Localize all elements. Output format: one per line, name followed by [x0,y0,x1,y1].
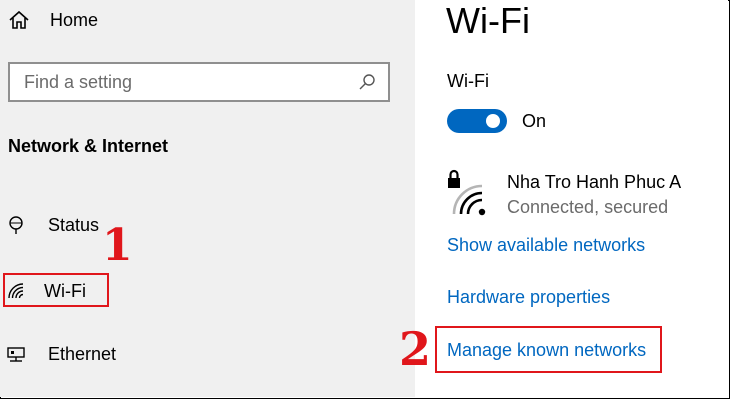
sidebar-item-ethernet[interactable]: Ethernet [6,339,116,369]
section-title: Network & Internet [8,136,169,156]
home-label: Home [50,9,99,30]
network-status: Connected, secured [507,197,669,217]
manage-highlight-box [435,326,662,373]
sidebar-item-label: Ethernet [48,343,117,364]
search-input[interactable]: Find a setting [8,62,390,102]
page-title: Wi-Fi [446,0,530,41]
toggle-knob [486,114,500,128]
ethernet-icon [7,347,25,362]
home-icon [9,10,29,29]
network-name[interactable]: Nha Tro Hanh Phuc A [507,172,681,193]
status-globe-icon [9,216,23,234]
hardware-properties-link[interactable]: Hardware properties [447,287,610,308]
sidebar-item-label: Status [48,214,100,235]
show-available-networks-link[interactable]: Show available networks [447,235,645,256]
secured-wifi-icon [448,169,486,216]
wifi-highlight-box [3,273,109,307]
step-one-marker: 1 [102,220,133,271]
search-icon[interactable] [358,73,376,91]
sidebar-item-status[interactable]: Status [6,210,99,240]
home-nav-item[interactable]: Home [8,8,98,32]
step-two-marker: 2 [399,322,432,376]
wifi-toggle[interactable] [447,109,507,133]
toggle-state-label: On [522,111,547,131]
search-placeholder: Find a setting [24,71,133,92]
wifi-toggle-label: Wi-Fi [447,71,489,91]
sidebar: Home Find a setting Network & Internet S… [0,0,415,397]
